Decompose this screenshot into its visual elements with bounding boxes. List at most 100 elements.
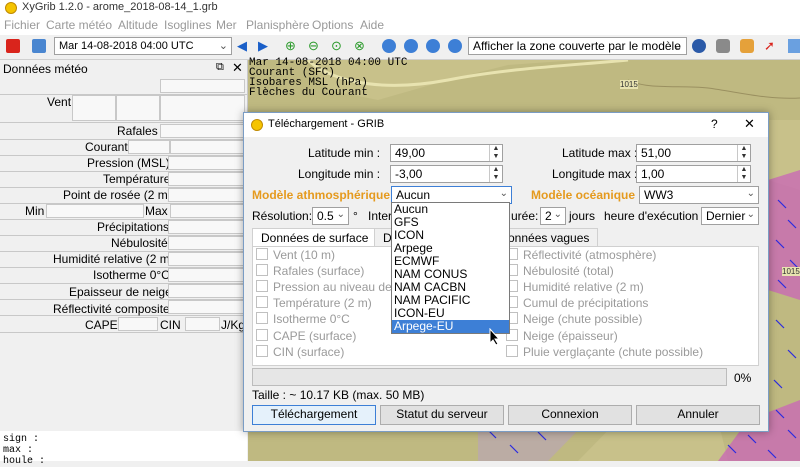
lat-max-input[interactable]: 51,00 ▲ ▼: [636, 144, 751, 162]
row-nebulosite: Nébulosité: [0, 235, 247, 252]
float-panel-icon[interactable]: ⧉: [216, 61, 224, 74]
cin-label: CIN: [160, 318, 181, 332]
duration-label: urée:: [511, 209, 539, 223]
cancel-button[interactable]: Annuler: [636, 405, 760, 425]
row-label-epaisseur-neige: Epaisseur de neige: [69, 285, 172, 299]
row-point-de-rosee: Point de rosée (2 m): [0, 187, 247, 204]
menu-planisphere[interactable]: Planisphère: [246, 18, 309, 32]
date-select[interactable]: Mar 14-08-2018 04:00 UTC ⌄: [54, 37, 232, 55]
row-cape-cin: CAPE CIN J/Kg: [0, 316, 247, 333]
app-logo-icon: [5, 2, 17, 14]
menu-altitude[interactable]: Altitude: [118, 18, 158, 32]
open-file-icon[interactable]: [32, 39, 46, 53]
zoom-fit-icon[interactable]: ⊙: [331, 39, 345, 53]
menu-carte-meteo[interactable]: Carte météo: [46, 18, 112, 32]
checkbox-cin[interactable]: CIN (surface): [256, 345, 344, 359]
nav-right-icon[interactable]: [448, 39, 462, 53]
ocean-model-select[interactable]: WW3 ⌄: [639, 186, 759, 204]
panel-spacer-row: [0, 78, 247, 95]
help-button[interactable]: ?: [711, 117, 718, 131]
lon-max-label: Longitude max :: [552, 167, 638, 181]
lat-max-spin-icon[interactable]: ▲ ▼: [737, 145, 750, 161]
close-file-icon[interactable]: [6, 39, 20, 53]
row-vent: Vent: [0, 94, 247, 123]
close-panel-icon[interactable]: ✕: [232, 60, 243, 76]
row-isotherme: Isotherme 0°C: [0, 267, 247, 284]
lon-min-spin-icon[interactable]: ▲ ▼: [489, 166, 502, 182]
checkbox-snow-fall[interactable]: Neige (chute possible): [506, 312, 642, 326]
atmo-model-label: Modèle athmosphérique :: [252, 188, 398, 202]
isobar-label: 1015: [782, 267, 800, 276]
value-cell: [170, 204, 245, 218]
download-button[interactable]: Téléchargement: [252, 405, 376, 425]
duration-select[interactable]: 2 ⌄: [540, 207, 566, 225]
server-status-button[interactable]: Statut du serveur: [380, 405, 504, 425]
cape-label: CAPE: [85, 318, 118, 332]
console-line: houle :: [3, 456, 46, 467]
value-cell: [168, 220, 245, 234]
lon-max-input[interactable]: 1,00 ▲ ▼: [636, 165, 751, 183]
checkbox-gusts[interactable]: Rafales (surface): [256, 264, 364, 278]
value-cell: [160, 79, 245, 93]
zoom-out-icon[interactable]: ⊖: [308, 39, 322, 53]
ocean-model-label: Modèle océanique :: [531, 188, 643, 202]
checkbox-reflectivity[interactable]: Réflectivité (atmosphère): [506, 248, 656, 262]
resolution-label: Résolution:: [252, 209, 313, 223]
checkbox-cape[interactable]: CAPE (surface): [256, 329, 356, 343]
menu-mer[interactable]: Mer: [216, 18, 237, 32]
checkbox-pressure[interactable]: Pression au niveau de la: [256, 280, 404, 294]
row-temperature: Température: [0, 171, 247, 188]
checkbox-wind[interactable]: Vent (10 m): [256, 248, 335, 262]
connection-button[interactable]: Connexion: [508, 405, 632, 425]
close-icon[interactable]: ✕: [744, 116, 755, 132]
checkbox-temperature[interactable]: Température (2 m): [256, 296, 372, 310]
checkbox-cloud[interactable]: Nébulosité (total): [506, 264, 614, 278]
value-cell: [160, 95, 245, 121]
next-date-icon[interactable]: ▶: [258, 39, 272, 53]
checkbox-snow-depth[interactable]: Neige (épaisseur): [506, 329, 618, 343]
resolution-select[interactable]: 0.5 ⌄: [312, 207, 349, 225]
row-rafales: Rafales: [0, 123, 247, 140]
tab-wave-data[interactable]: onnées vagues: [499, 228, 599, 246]
menu-aide[interactable]: Aide: [360, 18, 384, 32]
settings-icon[interactable]: [716, 39, 730, 53]
run-time-label: heure d'exécution :: [604, 209, 706, 223]
value-cell: [72, 95, 116, 121]
nav-up-icon[interactable]: [426, 39, 440, 53]
zoom-reset-icon[interactable]: ⊗: [354, 39, 368, 53]
search-icon[interactable]: [740, 39, 754, 53]
checkbox-humidity[interactable]: Humidité relative (2 m): [506, 280, 644, 294]
lon-min-label: Longitude min :: [298, 167, 381, 181]
interval-label: Inter: [368, 209, 393, 223]
info-console: sign : max : houle :: [0, 431, 247, 467]
lat-max-label: Latitude max :: [562, 146, 638, 160]
row-label-isotherme: Isotherme 0°C: [93, 268, 170, 282]
checkbox-precipitation[interactable]: Cumul de précipitations: [506, 296, 648, 310]
checkbox-isotherm[interactable]: Isotherme 0°C: [256, 312, 350, 326]
weather-data-panel: Données météo ⧉ ✕ Vent Rafales Courant P…: [0, 60, 248, 430]
lat-min-spin-icon[interactable]: ▲ ▼: [489, 145, 502, 161]
run-time-select[interactable]: Dernier ⌄: [701, 207, 759, 225]
zone-select[interactable]: Afficher la zone couverte par le modèle ⌄: [468, 37, 687, 55]
zoom-in-icon[interactable]: ⊕: [285, 39, 299, 53]
value-cell: [168, 300, 245, 314]
nav-down-icon[interactable]: [404, 39, 418, 53]
console-line: max :: [3, 445, 34, 456]
download-icon[interactable]: [788, 39, 800, 53]
menu-bar: Fichier Carte météo Altitude Isoglines M…: [0, 17, 800, 35]
lon-min-input[interactable]: -3,00 ▲ ▼: [390, 165, 503, 183]
menu-fichier[interactable]: Fichier: [4, 18, 40, 32]
lat-min-input[interactable]: 49,00 ▲ ▼: [390, 144, 503, 162]
previous-date-icon[interactable]: ◀: [237, 39, 251, 53]
menu-options[interactable]: Options: [312, 18, 353, 32]
value-cell: [168, 284, 245, 298]
row-precipitations: Précipitations: [0, 219, 247, 236]
menu-isoglines[interactable]: Isoglines: [164, 18, 211, 32]
panel-header: Données météo ⧉ ✕: [0, 60, 247, 78]
checkbox-freezing-rain[interactable]: Pluie verglaçante (chute possible): [506, 345, 703, 359]
nav-left-icon[interactable]: [382, 39, 396, 53]
globe-icon[interactable]: [692, 39, 706, 53]
lon-max-spin-icon[interactable]: ▲ ▼: [737, 166, 750, 182]
tab-surface-data[interactable]: Données de surface: [252, 228, 378, 246]
rocket-icon[interactable]: ➚: [764, 39, 778, 53]
